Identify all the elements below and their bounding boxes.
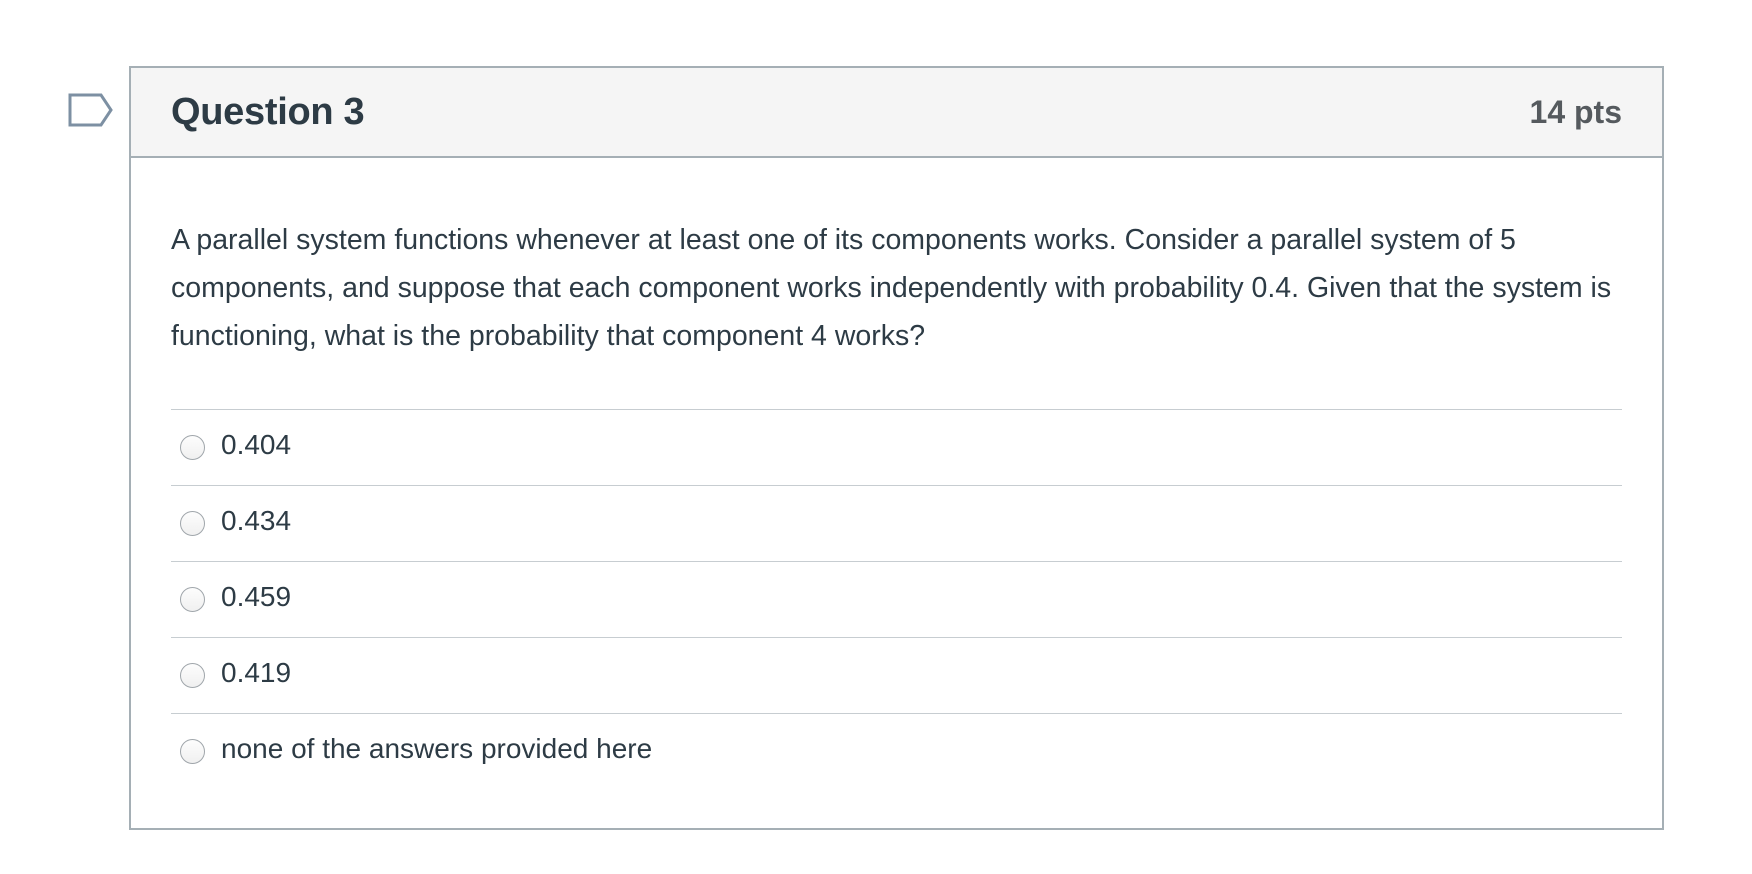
answer-list: 0.404 0.434 0.459 0.419 none of the answ… — [171, 409, 1622, 789]
radio-button[interactable] — [180, 511, 205, 536]
answer-option[interactable]: none of the answers provided here — [171, 714, 1622, 789]
answer-label: 0.434 — [221, 505, 292, 536]
radio-button[interactable] — [180, 739, 205, 764]
answer-label: 0.419 — [221, 657, 292, 688]
flag-question-icon[interactable] — [68, 93, 114, 127]
radio-button[interactable] — [180, 435, 205, 460]
answer-label: none of the answers provided here — [221, 733, 653, 764]
answer-option[interactable]: 0.419 — [171, 638, 1622, 714]
answer-label: 0.404 — [221, 429, 292, 460]
radio-button[interactable] — [180, 587, 205, 612]
radio-button[interactable] — [180, 663, 205, 688]
answer-option[interactable]: 0.434 — [171, 486, 1622, 562]
answer-option[interactable]: 0.459 — [171, 562, 1622, 638]
question-text: A parallel system functions whenever at … — [171, 224, 1612, 352]
question-body: A parallel system functions whenever at … — [131, 158, 1662, 789]
answer-label: 0.459 — [221, 581, 292, 612]
flag-outline-icon — [68, 93, 113, 127]
answer-option[interactable]: 0.404 — [171, 410, 1622, 486]
question-card: Question 3 14 pts A parallel system func… — [129, 66, 1664, 830]
question-header: Question 3 14 pts — [131, 68, 1662, 158]
question-points: 14 pts — [1529, 94, 1622, 130]
question-title: Question 3 — [171, 91, 365, 133]
